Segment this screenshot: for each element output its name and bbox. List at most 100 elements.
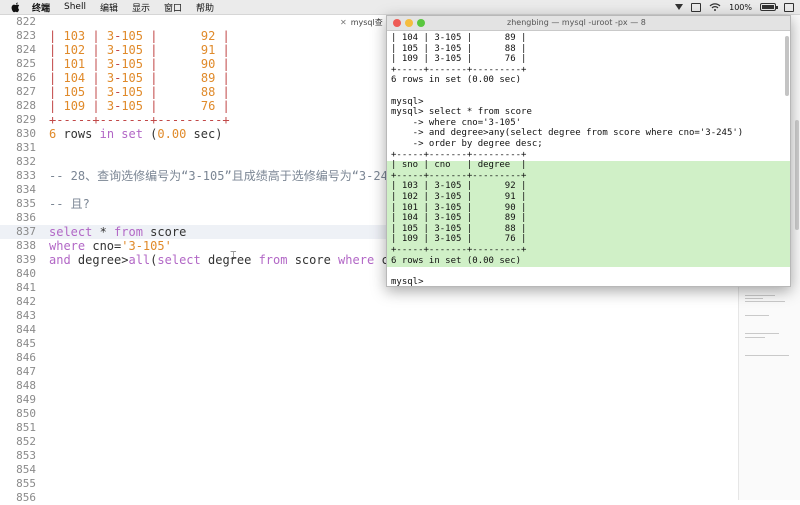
line-number: 843 <box>16 309 36 322</box>
terminal-prompt: mysql> <box>391 276 429 287</box>
battery-fill <box>762 5 774 9</box>
line-number: 852 <box>16 435 36 448</box>
terminal-line: mysql> <box>391 96 424 107</box>
terminal-title: zhengbing — mysql -uroot -px — 8 <box>507 18 646 27</box>
code-line: | 102 | 3-105 | 91 | <box>49 43 230 57</box>
code-line: 6 rows in set (0.00 sec) <box>49 127 223 141</box>
code-line: -- 28、查询选修编号为“3-105”且成绩高于选修编号为“3-245”课 <box>49 169 415 183</box>
apple-icon[interactable] <box>10 1 22 13</box>
line-number: 836 <box>16 211 36 224</box>
line-number: 838 <box>16 239 36 252</box>
line-number: 829 <box>16 113 36 126</box>
terminal-line: +-----+-------+---------+ <box>391 170 527 181</box>
text-cursor-icon: ⌶ <box>230 249 237 262</box>
terminal-titlebar[interactable]: zhengbing — mysql -uroot -px — 8 <box>387 16 790 31</box>
terminal-line: +-----+-------+---------+ <box>391 64 527 75</box>
display-icon[interactable] <box>691 2 702 12</box>
terminal-line: 6 rows in set (0.00 sec) <box>391 255 522 266</box>
code-line: where cno='3-105' <box>49 239 172 253</box>
code-line: -- 且? <box>49 197 90 211</box>
terminal-line: +-----+-------+---------+ <box>391 245 527 255</box>
line-number: 851 <box>16 421 36 434</box>
minimap-line <box>745 337 765 338</box>
line-number: 847 <box>16 365 36 378</box>
menu-item-help[interactable]: 帮助 <box>196 1 214 14</box>
close-tab-icon[interactable]: ✕ <box>340 18 347 27</box>
minimap-line <box>745 315 769 316</box>
line-number: 826 <box>16 71 36 84</box>
code-line: | 109 | 3-105 | 76 | <box>49 99 230 113</box>
code-line: +-----+-------+---------+ <box>49 113 230 127</box>
terminal-line: -> order by degree desc; <box>391 139 543 149</box>
editor-scrollbar[interactable] <box>795 120 799 230</box>
terminal-line: | 104 | 3-105 | 89 | <box>391 33 527 43</box>
line-number: 854 <box>16 463 36 476</box>
terminal-line: | 109 | 3-105 | 76 | <box>391 234 527 245</box>
terminal-line: | 102 | 3-105 | 91 | <box>391 192 527 202</box>
line-number: 835 <box>16 197 36 210</box>
terminal-line: | 104 | 3-105 | 89 | <box>391 213 527 224</box>
line-number: 823 <box>16 29 36 42</box>
terminal-line: | 101 | 3-105 | 90 | <box>391 202 527 213</box>
menu-app-name[interactable]: 终端 <box>32 1 50 14</box>
terminal-scrollbar[interactable] <box>785 36 789 96</box>
line-number: 855 <box>16 477 36 490</box>
menu-item-edit[interactable]: 编辑 <box>100 1 118 14</box>
minimize-button[interactable] <box>405 19 413 27</box>
line-number: 856 <box>16 491 36 504</box>
code-line: | 103 | 3-105 | 92 | <box>49 29 230 43</box>
minimap-line <box>745 295 775 296</box>
terminal-line: | 105 | 3-105 | 88 | <box>391 43 527 54</box>
terminal-line: | 109 | 3-105 | 76 | <box>391 54 527 65</box>
code-line: | 105 | 3-105 | 88 | <box>49 85 230 99</box>
editor-tab-title: mysql查 <box>350 17 383 27</box>
playback-icon[interactable] <box>675 4 684 10</box>
terminal-line: 6 rows in set (0.00 sec) <box>391 75 522 86</box>
line-number: 830 <box>16 127 36 140</box>
line-number: 824 <box>16 43 36 56</box>
line-number: 844 <box>16 323 36 336</box>
code-line: | 101 | 3-105 | 90 | <box>49 57 230 71</box>
control-center-icon[interactable] <box>784 2 794 12</box>
line-number: 827 <box>16 85 36 98</box>
line-number: 842 <box>16 295 36 308</box>
line-number: 841 <box>16 281 36 294</box>
terminal-line: mysql> select * from score <box>391 107 532 118</box>
terminal-window[interactable]: zhengbing — mysql -uroot -px — 8 | 104 |… <box>386 15 791 287</box>
line-number: 837 <box>16 225 36 238</box>
minimap-line <box>745 333 779 334</box>
line-number: 832 <box>16 155 36 168</box>
line-number-gutter: 822 823 824 825 826 827 828 829 830 831 832 833 834 8… <box>0 15 40 504</box>
minimap-line <box>745 301 785 302</box>
line-number: 833 <box>16 169 36 182</box>
code-line: select * from score <box>49 225 187 239</box>
code-line: | 104 | 3-105 | 89 | <box>49 71 230 85</box>
close-button[interactable] <box>393 19 401 27</box>
zoom-button[interactable] <box>417 19 425 27</box>
minimap-line <box>745 355 789 356</box>
line-number: 853 <box>16 449 36 462</box>
terminal-line: -> and degree>any(select degree from sco… <box>391 128 744 139</box>
line-number: 846 <box>16 351 36 364</box>
terminal-output[interactable]: | 104 | 3-105 | 89 | | 105 | 3-105 | 88 |… <box>387 31 790 286</box>
terminal-line: +-----+-------+---------+ <box>391 149 527 160</box>
menu-bar: 终端 Shell 编辑 显示 窗口 帮助 100% <box>0 0 800 15</box>
status-area: 100% <box>675 0 794 14</box>
line-number: 822 <box>16 15 36 28</box>
menu-item-shell[interactable]: Shell <box>64 2 86 12</box>
terminal-line: -> where cno='3-105' <box>391 117 522 128</box>
line-number: 850 <box>16 407 36 420</box>
menu-item-window[interactable]: 窗口 <box>164 1 182 14</box>
line-number: 839 <box>16 253 36 266</box>
line-number: 849 <box>16 393 36 406</box>
editor-tab[interactable]: ✕ mysql查 <box>340 16 383 28</box>
line-number: 840 <box>16 267 36 280</box>
wifi-icon[interactable] <box>709 3 721 11</box>
terminal-line: | sno | cno | degree | <box>391 160 527 171</box>
line-number: 831 <box>16 141 36 154</box>
line-number: 825 <box>16 57 36 70</box>
battery-percent: 100% <box>729 2 752 12</box>
battery-icon[interactable] <box>760 3 778 11</box>
menu-item-view[interactable]: 显示 <box>132 1 150 14</box>
line-number: 828 <box>16 99 36 112</box>
